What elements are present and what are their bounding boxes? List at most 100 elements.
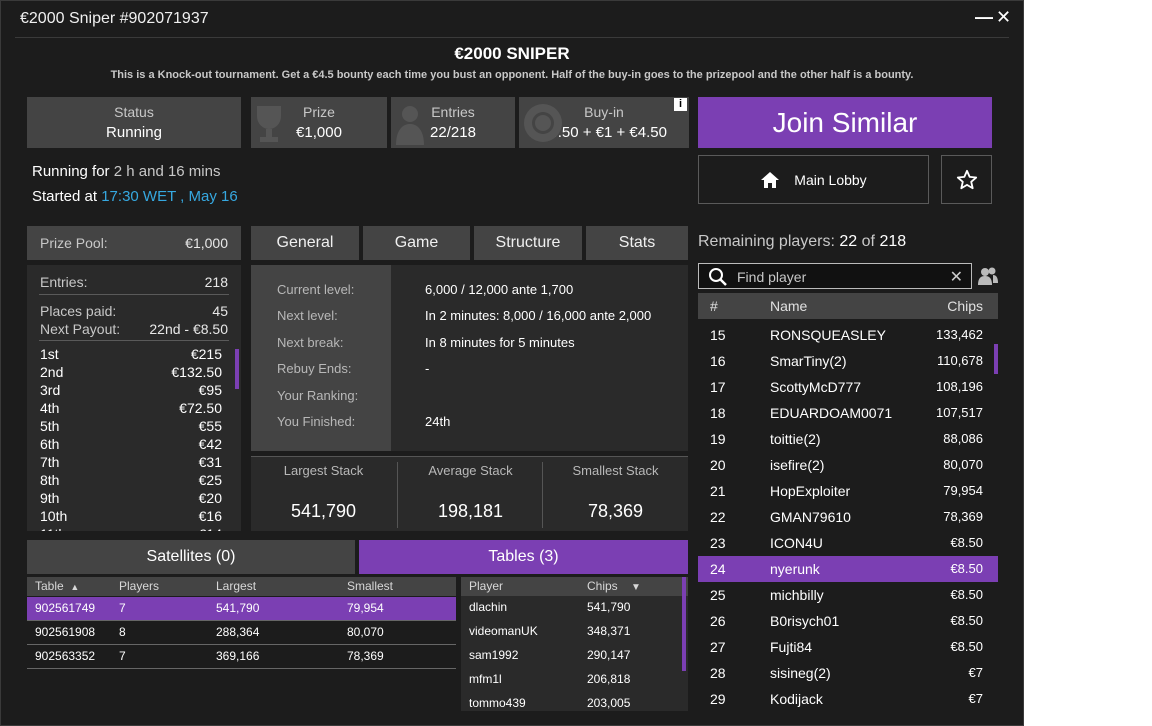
table-player-row[interactable]: videomanUK 348,371 — [461, 620, 688, 644]
places-paid-row: Places paid: 45 — [27, 303, 241, 319]
player-chips: €7 — [968, 665, 983, 680]
table-player-row[interactable]: mfm1l 206,818 — [461, 668, 688, 692]
largest-stack-value: 541,790 — [290, 501, 357, 521]
player-row[interactable]: 26 B0risych01 €8.50 — [698, 608, 998, 634]
next-payout-value: 22nd - €8.50 — [149, 321, 228, 337]
tab-game[interactable]: Game — [363, 226, 470, 260]
payout-amount: €55 — [198, 418, 222, 434]
table-row[interactable]: 902561749 7 541,790 79,954 — [27, 597, 456, 621]
minimize-icon[interactable]: — — [975, 7, 993, 28]
table-player-name: dlachin — [469, 600, 508, 614]
table-players: 7 — [119, 601, 126, 615]
stack-summary: Largest Stack 541,790 Average Stack 198,… — [251, 456, 688, 531]
payout-scrollbar[interactable] — [235, 349, 239, 389]
remaining-total: 218 — [879, 233, 907, 250]
player-row[interactable]: 19 toittie(2) 88,086 — [698, 426, 998, 452]
title-bar[interactable]: €2000 Sniper #902071937 — ✕ — [1, 1, 1023, 37]
table-players: 8 — [119, 625, 126, 639]
player-chips: 80,070 — [943, 457, 983, 472]
find-player-search[interactable]: ✕ — [698, 263, 972, 289]
payout-amount: €31 — [198, 454, 222, 470]
largest-stack: Largest Stack 541,790 — [251, 457, 396, 532]
payout-row: 8th €25 — [27, 471, 241, 489]
table-player-row[interactable]: tommo439 203,005 — [461, 692, 688, 711]
tab-structure[interactable]: Structure — [474, 226, 582, 260]
payout-amount: €95 — [198, 382, 222, 398]
player-row[interactable]: 18 EDUARDOAM0071 107,517 — [698, 400, 998, 426]
stat-value: - — [425, 361, 430, 376]
payout-row: 6th €42 — [27, 435, 241, 453]
player-row[interactable]: 23 ICON4U €8.50 — [698, 530, 998, 556]
started-value: 17:30 WET , May 16 — [101, 188, 238, 205]
tab-general[interactable]: General — [251, 226, 359, 260]
favorite-button[interactable] — [941, 155, 992, 204]
clear-search-icon[interactable]: ✕ — [950, 267, 963, 287]
player-row[interactable]: 25 michbilly €8.50 — [698, 582, 998, 608]
player-name: ScottyMcD777 — [770, 379, 862, 395]
average-stack-label: Average Stack — [428, 463, 513, 478]
col-name[interactable]: Name — [770, 293, 807, 319]
table-players-panel[interactable]: Player Chips ▼ dlachin 541,790 videomanUK… — [461, 577, 688, 711]
sort-asc-icon: ▲ — [70, 582, 80, 592]
places-paid-value: 45 — [212, 303, 228, 319]
col-table-label: Table — [35, 579, 64, 593]
tab-satellites[interactable]: Satellites (0) — [27, 540, 355, 574]
main-lobby-label: Main Lobby — [794, 171, 867, 188]
player-row[interactable]: 22 GMAN79610 78,369 — [698, 504, 998, 530]
col-players[interactable]: Players — [119, 577, 159, 596]
player-row[interactable]: 28 sisineg(2) €7 — [698, 660, 998, 686]
remaining-players-list[interactable]: 15 RONSQUEASLEY 133,462 16 SmarTiny(2) 11… — [698, 322, 998, 712]
close-icon[interactable]: ✕ — [996, 7, 1011, 28]
player-name: HopExploiter — [770, 483, 851, 499]
table-player-name: mfm1l — [469, 672, 502, 686]
col-chips[interactable]: Chips ▼ — [587, 577, 641, 597]
col-player[interactable]: Player — [469, 577, 503, 596]
info-icon[interactable]: i — [674, 98, 687, 111]
player-row[interactable]: 21 HopExploiter 79,954 — [698, 478, 998, 504]
col-chips-label: Chips — [587, 579, 618, 593]
player-row[interactable]: 24 nyerunk €8.50 — [698, 556, 998, 582]
tab-stats[interactable]: Stats — [586, 226, 688, 260]
table-row[interactable]: 902561908 8 288,364 80,070 — [27, 621, 456, 645]
player-row[interactable]: 16 SmarTiny(2) 110,678 — [698, 348, 998, 374]
average-stack-value: 198,181 — [437, 501, 504, 521]
find-player-input[interactable] — [737, 267, 937, 286]
player-row[interactable]: 17 ScottyMcD777 108,196 — [698, 374, 998, 400]
player-row[interactable]: 15 RONSQUEASLEY 133,462 — [698, 322, 998, 348]
payout-row: 2nd €132.50 — [27, 363, 241, 381]
player-row[interactable]: 20 isefire(2) 80,070 — [698, 452, 998, 478]
payout-amount: €16 — [198, 508, 222, 524]
payout-row: 3rd €95 — [27, 381, 241, 399]
table-player-chips: 541,790 — [587, 600, 631, 614]
table-player-chips: 203,005 — [587, 696, 631, 710]
table-id: 902561908 — [35, 625, 96, 639]
pp-entries-label: Entries: — [40, 274, 88, 290]
payout-row: 5th €55 — [27, 417, 241, 435]
player-rank: 22 — [710, 509, 726, 525]
tab-tables[interactable]: Tables (3) — [359, 540, 688, 574]
smallest-stack-label: Smallest Stack — [572, 463, 659, 478]
payout-row: 11th €14 — [27, 525, 241, 531]
col-player-chips[interactable]: Chips — [947, 293, 983, 319]
player-chips: 110,678 — [936, 353, 983, 368]
players-icon[interactable] — [977, 266, 999, 286]
prize-pool-panel[interactable]: Entries: 218 Places paid: 45 Next Payout… — [27, 265, 241, 531]
col-table[interactable]: Table ▲ — [35, 577, 79, 597]
stat-label: Your Ranking: — [277, 388, 359, 403]
table-player-row[interactable]: sam1992 290,147 — [461, 644, 688, 668]
table-player-row[interactable]: dlachin 541,790 — [461, 596, 688, 620]
player-row[interactable]: 27 Fujti84 €8.50 — [698, 634, 998, 660]
table-row[interactable]: 902563352 7 369,166 78,369 — [27, 645, 456, 669]
payout-place: 9th — [40, 490, 60, 506]
col-rank[interactable]: # — [710, 293, 718, 319]
player-row[interactable]: 29 Kodijack €7 — [698, 686, 998, 712]
table-players-scrollbar[interactable] — [682, 577, 686, 671]
players-scrollbar[interactable] — [994, 344, 998, 374]
main-lobby-button[interactable]: Main Lobby — [698, 155, 929, 204]
join-similar-button[interactable]: Join Similar — [698, 97, 992, 148]
col-largest[interactable]: Largest — [216, 577, 256, 596]
player-name: EDUARDOAM0071 — [770, 405, 893, 421]
started-prefix: Started at — [32, 188, 98, 205]
payout-list: 1st €215 2nd €132.50 3rd €95 4th €72.50 5th €55 6t… — [27, 345, 241, 531]
col-smallest[interactable]: Smallest — [347, 577, 393, 596]
